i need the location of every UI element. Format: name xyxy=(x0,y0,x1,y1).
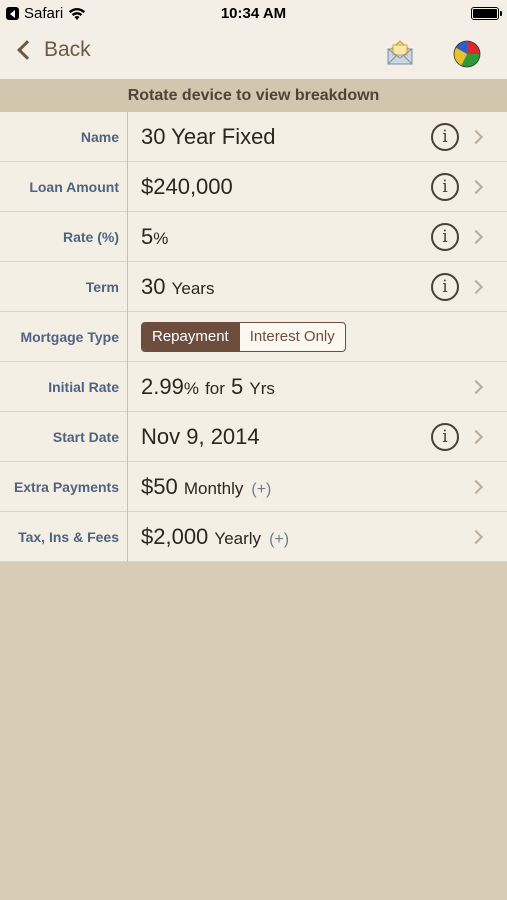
chevron-right-icon xyxy=(468,529,484,545)
row-initial-rate[interactable]: Initial Rate 2.99% for 5 Yrs xyxy=(0,362,507,412)
term-value: 30 Years xyxy=(141,262,214,312)
initial-rate-value: 2.99% for 5 Yrs xyxy=(141,362,275,412)
extra-payments-amount: $50 xyxy=(141,474,178,499)
row-loan-amount[interactable]: Loan Amount $240,000 i xyxy=(0,162,507,212)
info-icon[interactable]: i xyxy=(431,173,459,201)
rate-value: 5% xyxy=(141,212,168,262)
segment-interest-only[interactable]: Interest Only xyxy=(238,323,345,351)
chevron-right-icon xyxy=(468,429,484,445)
initial-rate-years: 5 xyxy=(231,374,244,399)
rotate-banner: Rotate device to view breakdown xyxy=(0,80,507,112)
name-value: 30 Year Fixed xyxy=(141,124,276,149)
tax-ins-fees-frequency: Yearly xyxy=(214,529,262,548)
status-bar: Safari 10:34 AM xyxy=(0,0,507,28)
extra-payments-value: $50 Monthly (+) xyxy=(141,462,271,512)
back-button-label: Back xyxy=(44,38,91,61)
rate-number: 5 xyxy=(141,224,154,249)
segment-repayment[interactable]: Repayment xyxy=(142,323,239,351)
row-label: Loan Amount xyxy=(0,162,128,212)
chevron-right-icon xyxy=(468,129,484,145)
row-label: Initial Rate xyxy=(0,362,128,412)
chevron-right-icon xyxy=(468,229,484,245)
chevron-right-icon xyxy=(468,179,484,195)
chevron-right-icon xyxy=(468,479,484,495)
initial-rate-for: for xyxy=(205,379,225,398)
extra-payments-frequency: Monthly xyxy=(183,479,244,498)
loan-amount-value: $240,000 xyxy=(141,174,233,199)
info-icon[interactable]: i xyxy=(431,423,459,451)
row-name[interactable]: Name 30 Year Fixed i xyxy=(0,112,507,162)
info-icon[interactable]: i xyxy=(431,223,459,251)
battery-icon xyxy=(471,7,502,20)
back-button[interactable]: Back xyxy=(14,38,91,62)
chevron-right-icon xyxy=(468,279,484,295)
row-label: Rate (%) xyxy=(0,212,128,262)
mail-envelope-icon[interactable] xyxy=(385,38,415,68)
row-extra-payments[interactable]: Extra Payments $50 Monthly (+) xyxy=(0,462,507,512)
pie-chart-icon[interactable] xyxy=(451,38,483,70)
status-time: 10:34 AM xyxy=(220,5,287,22)
row-tax-ins-fees[interactable]: Tax, Ins & Fees $2,000 Yearly (+) xyxy=(0,512,507,562)
row-start-date[interactable]: Start Date Nov 9, 2014 i xyxy=(0,412,507,462)
row-rate[interactable]: Rate (%) 5% i xyxy=(0,212,507,262)
tax-ins-fees-value: $2,000 Yearly (+) xyxy=(141,512,289,562)
info-icon[interactable]: i xyxy=(431,123,459,151)
chevron-right-icon xyxy=(468,379,484,395)
row-label: Tax, Ins & Fees xyxy=(0,512,128,562)
navigation-bar: Back xyxy=(0,28,507,80)
row-label: Mortgage Type xyxy=(0,312,128,362)
tax-ins-fees-add[interactable]: (+) xyxy=(269,531,289,548)
row-label: Extra Payments xyxy=(0,462,128,512)
info-icon[interactable]: i xyxy=(431,273,459,301)
rate-unit: % xyxy=(153,229,169,248)
row-label: Start Date xyxy=(0,412,128,462)
tax-ins-fees-amount: $2,000 xyxy=(141,524,209,549)
row-term[interactable]: Term 30 Years i xyxy=(0,262,507,312)
initial-rate-number: 2.99 xyxy=(141,374,184,399)
extra-payments-add[interactable]: (+) xyxy=(251,481,271,498)
mortgage-type-segmented-control: Repayment Interest Only xyxy=(141,322,346,352)
row-label: Name xyxy=(0,112,128,162)
term-unit: Years xyxy=(171,279,215,298)
term-number: 30 xyxy=(141,274,166,299)
initial-rate-pct: % xyxy=(183,379,199,398)
start-date-value: Nov 9, 2014 xyxy=(141,424,260,449)
initial-rate-years-unit: Yrs xyxy=(249,379,275,398)
row-label: Term xyxy=(0,262,128,312)
chevron-left-icon xyxy=(17,40,37,60)
row-mortgage-type: Mortgage Type Repayment Interest Only xyxy=(0,312,507,362)
loan-details-table: Name 30 Year Fixed i Loan Amount $240,00… xyxy=(0,112,507,562)
